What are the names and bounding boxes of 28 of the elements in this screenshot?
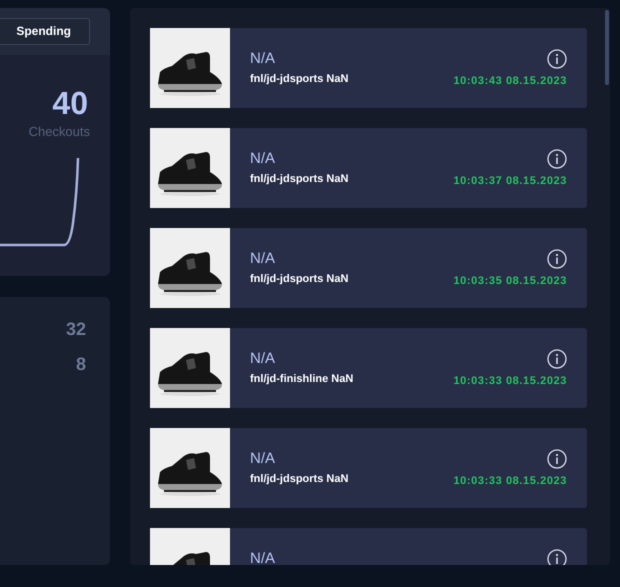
item-timestamp: 10:03:33 08.15.2023: [453, 475, 567, 487]
item-title: N/A: [250, 250, 276, 267]
scrollbar[interactable]: [605, 10, 609, 85]
item-store: fnl/jd-jdsports NaN: [250, 473, 350, 485]
stat-value: 8: [76, 354, 86, 375]
info-icon[interactable]: [547, 149, 567, 169]
info-icon[interactable]: [547, 549, 567, 565]
item-title: N/A: [250, 150, 276, 167]
item-title: N/A: [250, 50, 276, 67]
info-icon[interactable]: [547, 449, 567, 469]
info-icon[interactable]: [547, 249, 567, 269]
item-timestamp: 10:03:33 08.15.2023: [453, 375, 567, 387]
item-timestamp: 10:03:37 08.15.2023: [453, 175, 567, 187]
info-icon[interactable]: [547, 349, 567, 369]
item-timestamp: 10:03:35 08.15.2023: [453, 275, 567, 287]
checkout-label: Checkouts: [28, 124, 90, 139]
stat-value: 32: [66, 319, 86, 340]
item-store: fnl/jd-jdsports NaN: [250, 173, 350, 185]
checkout-count: 40: [52, 85, 88, 122]
spending-tab[interactable]: Spending: [0, 18, 90, 45]
item-store: fnl/jd-finishline NaN: [250, 373, 354, 385]
item-timestamp: 10:03:43 08.15.2023: [453, 75, 567, 87]
item-title: N/A: [250, 350, 276, 367]
item-title: N/A: [250, 450, 276, 467]
item-store: fnl/jd-jdsports NaN: [250, 73, 350, 85]
info-icon[interactable]: [547, 49, 567, 69]
item-store: fnl/jd-jdsports NaN: [250, 273, 350, 285]
item-title: N/A: [250, 550, 276, 565]
